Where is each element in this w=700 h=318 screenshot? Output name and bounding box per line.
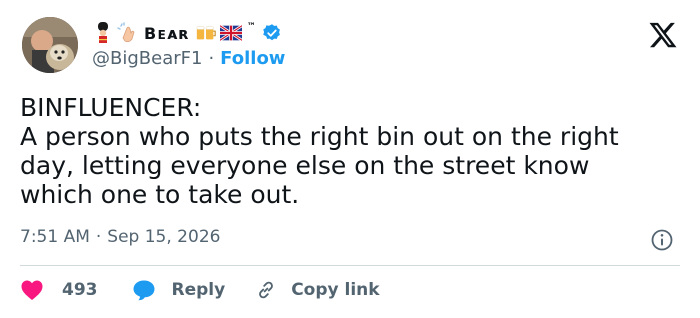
- like-count: 493: [62, 280, 98, 300]
- verified-badge-icon: [262, 23, 282, 43]
- reply-bubble-icon: [133, 280, 154, 301]
- display-name: Bᴇᴀʀ: [144, 23, 190, 43]
- author-name-row[interactable]: Bᴇᴀʀ ™: [92, 20, 282, 46]
- info-icon[interactable]: [650, 228, 674, 252]
- avatar[interactable]: [22, 17, 78, 73]
- beer-mugs-icon: [195, 22, 217, 44]
- uk-flag-icon: [219, 22, 242, 44]
- tweet-text: BINFLUENCER: A person who puts the right…: [20, 93, 619, 209]
- author-handle[interactable]: @BigBearF1: [92, 48, 202, 69]
- tweet-card: Bᴇᴀʀ ™ @BigBearF1 · Follow BINFLUENCER: …: [0, 0, 700, 318]
- handle-row: @BigBearF1 · Follow: [92, 48, 285, 69]
- link-icon: [259, 281, 274, 299]
- action-bar: 493 Reply Copy link: [20, 277, 380, 303]
- copy-link-button[interactable]: Copy link: [255, 279, 380, 301]
- tweet-time: 7:51 AM: [20, 227, 90, 247]
- tweet-timestamp[interactable]: 7:51 AM · Sep 15, 2026: [20, 227, 220, 247]
- timestamp-separator: ·: [95, 227, 102, 247]
- clapping-hands-icon: [117, 22, 139, 44]
- divider: [20, 265, 680, 266]
- reply-button[interactable]: Reply: [132, 279, 226, 301]
- heart-icon: [21, 280, 43, 300]
- guard-icon: [92, 22, 114, 44]
- trademark-mark: ™: [246, 22, 256, 32]
- copy-link-label: Copy link: [291, 280, 380, 300]
- reply-label: Reply: [171, 280, 226, 300]
- x-logo-icon[interactable]: [648, 20, 678, 50]
- handle-separator: ·: [208, 48, 215, 69]
- like-button[interactable]: 493: [20, 279, 98, 301]
- follow-button[interactable]: Follow: [220, 48, 285, 69]
- tweet-date: Sep 15, 2026: [107, 227, 221, 247]
